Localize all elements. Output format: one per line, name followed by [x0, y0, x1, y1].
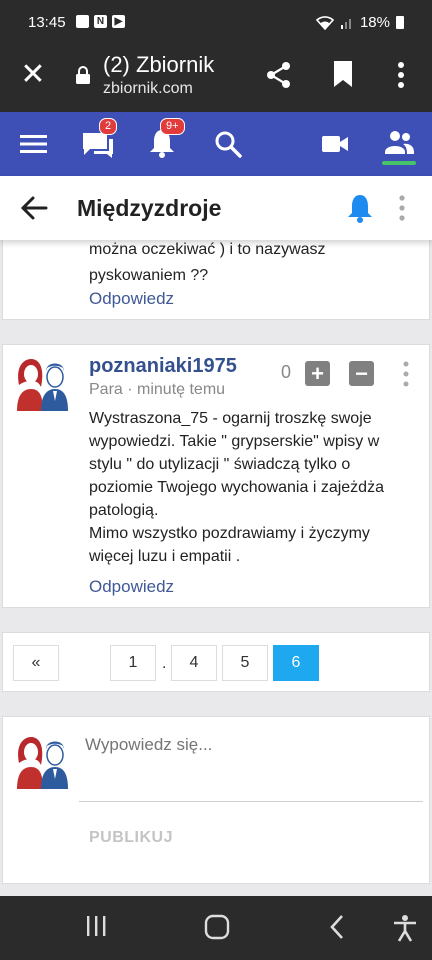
page-button[interactable]: 4 — [171, 645, 217, 681]
status-time: 13:45 — [28, 14, 66, 31]
comment-text-line: można oczekiwać ) i to nazywasz — [89, 241, 326, 258]
battery-percent: 18% — [359, 14, 390, 31]
image-icon — [76, 15, 89, 28]
username[interactable]: poznaniaki1975 — [89, 355, 237, 378]
accessibility-icon[interactable] — [392, 914, 418, 942]
input-underline — [79, 801, 423, 802]
downvote-button[interactable]: − — [349, 361, 374, 386]
bookmark-icon[interactable] — [332, 60, 354, 88]
notification-icons: N ▶ — [76, 15, 125, 28]
pagination: « 1 . 4 5 6 — [2, 632, 430, 692]
share-icon[interactable] — [264, 60, 294, 90]
notifications-button[interactable]: 9+ — [148, 118, 185, 160]
pagination-ellipsis: . — [162, 655, 167, 672]
page-title: Międzyzdroje — [77, 195, 222, 221]
reply-link[interactable]: Odpowiedz — [89, 577, 174, 597]
browser-title: (2) Zbiornik — [103, 52, 215, 77]
active-tab-indicator — [382, 161, 416, 165]
comment-composer: PUBLIKUJ — [2, 716, 430, 884]
page-button-current[interactable]: 6 — [273, 645, 319, 681]
couple-avatar — [13, 733, 69, 789]
lock-icon — [76, 66, 90, 84]
close-icon[interactable]: ✕ — [18, 60, 48, 90]
n-icon: N — [94, 15, 107, 28]
couple-avatar[interactable] — [13, 355, 69, 411]
prev-page-button[interactable]: « — [13, 645, 59, 681]
search-icon[interactable] — [214, 130, 242, 158]
subscribe-bell-icon[interactable] — [346, 193, 374, 223]
wifi-icon — [315, 15, 334, 30]
menu-icon[interactable] — [20, 134, 47, 154]
comment-card: można oczekiwać ) i to nazywasz pyskowan… — [2, 236, 430, 320]
publish-button[interactable]: PUBLIKUJ — [89, 829, 173, 847]
messages-badge: 2 — [99, 118, 118, 135]
comment-body-line: poziomie Twojego wychowania i zajeżdża — [89, 479, 384, 496]
page-button-first[interactable]: 1 — [110, 645, 156, 681]
status-right: 18% — [315, 14, 404, 31]
vote-score: 0 — [281, 362, 292, 382]
comment-body-line: stylu " do utylizacji " świadczą tylko o — [89, 456, 351, 473]
app-navbar: 2 9+ — [0, 112, 432, 176]
page-header: Międzyzdroje — [0, 176, 432, 240]
messages-button[interactable]: 2 — [80, 118, 118, 162]
notifications-badge: 9+ — [160, 118, 185, 135]
more-vert-icon[interactable] — [399, 361, 413, 387]
comment-text-line: pyskowaniem ?? — [89, 267, 209, 284]
comment-meta: Para · minutę temu — [89, 381, 226, 398]
browser-toolbar: ✕ (2) Zbiornik zbiornik.com — [0, 44, 432, 112]
more-vert-icon[interactable] — [394, 194, 410, 222]
video-icon[interactable] — [322, 134, 348, 154]
page-button[interactable]: 5 — [222, 645, 268, 681]
comment-body-line: więcej luzu i empatii . — [89, 548, 241, 565]
back-nav-icon[interactable] — [328, 914, 346, 940]
people-icon[interactable] — [384, 128, 414, 156]
signal-icon — [340, 18, 351, 29]
comment-body-line: patologią. — [89, 502, 159, 519]
comment-body-line: Mimo wszystko pozdrawiamy i życzymy — [89, 525, 370, 542]
comment-body-line: wypowiedzi. Takie " grypserskie" wpisy w — [89, 433, 380, 450]
reply-link[interactable]: Odpowiedz — [89, 289, 174, 309]
system-navbar — [0, 896, 432, 960]
more-vert-icon[interactable] — [391, 60, 411, 90]
comment-body: Wystraszona_75 - ogarnij troszkę swoje w… — [89, 407, 419, 568]
comment-text: można oczekiwać ) i to nazywasz pyskowan… — [89, 237, 409, 289]
recent-apps-icon[interactable] — [84, 914, 108, 938]
battery-icon — [396, 16, 404, 29]
comment-card: poznaniaki1975 Para · minutę temu 0 + − … — [2, 344, 430, 608]
status-bar: 13:45 N ▶ 18% — [0, 0, 432, 44]
comment-body-line: Wystraszona_75 - ogarnij troszkę swoje — [89, 410, 372, 427]
upvote-button[interactable]: + — [305, 361, 330, 386]
home-icon[interactable] — [204, 914, 230, 940]
youtube-icon: ▶ — [112, 15, 125, 28]
browser-url[interactable]: zbiornik.com — [103, 80, 193, 98]
back-arrow-icon[interactable] — [20, 194, 48, 222]
comment-input[interactable] — [85, 735, 421, 755]
